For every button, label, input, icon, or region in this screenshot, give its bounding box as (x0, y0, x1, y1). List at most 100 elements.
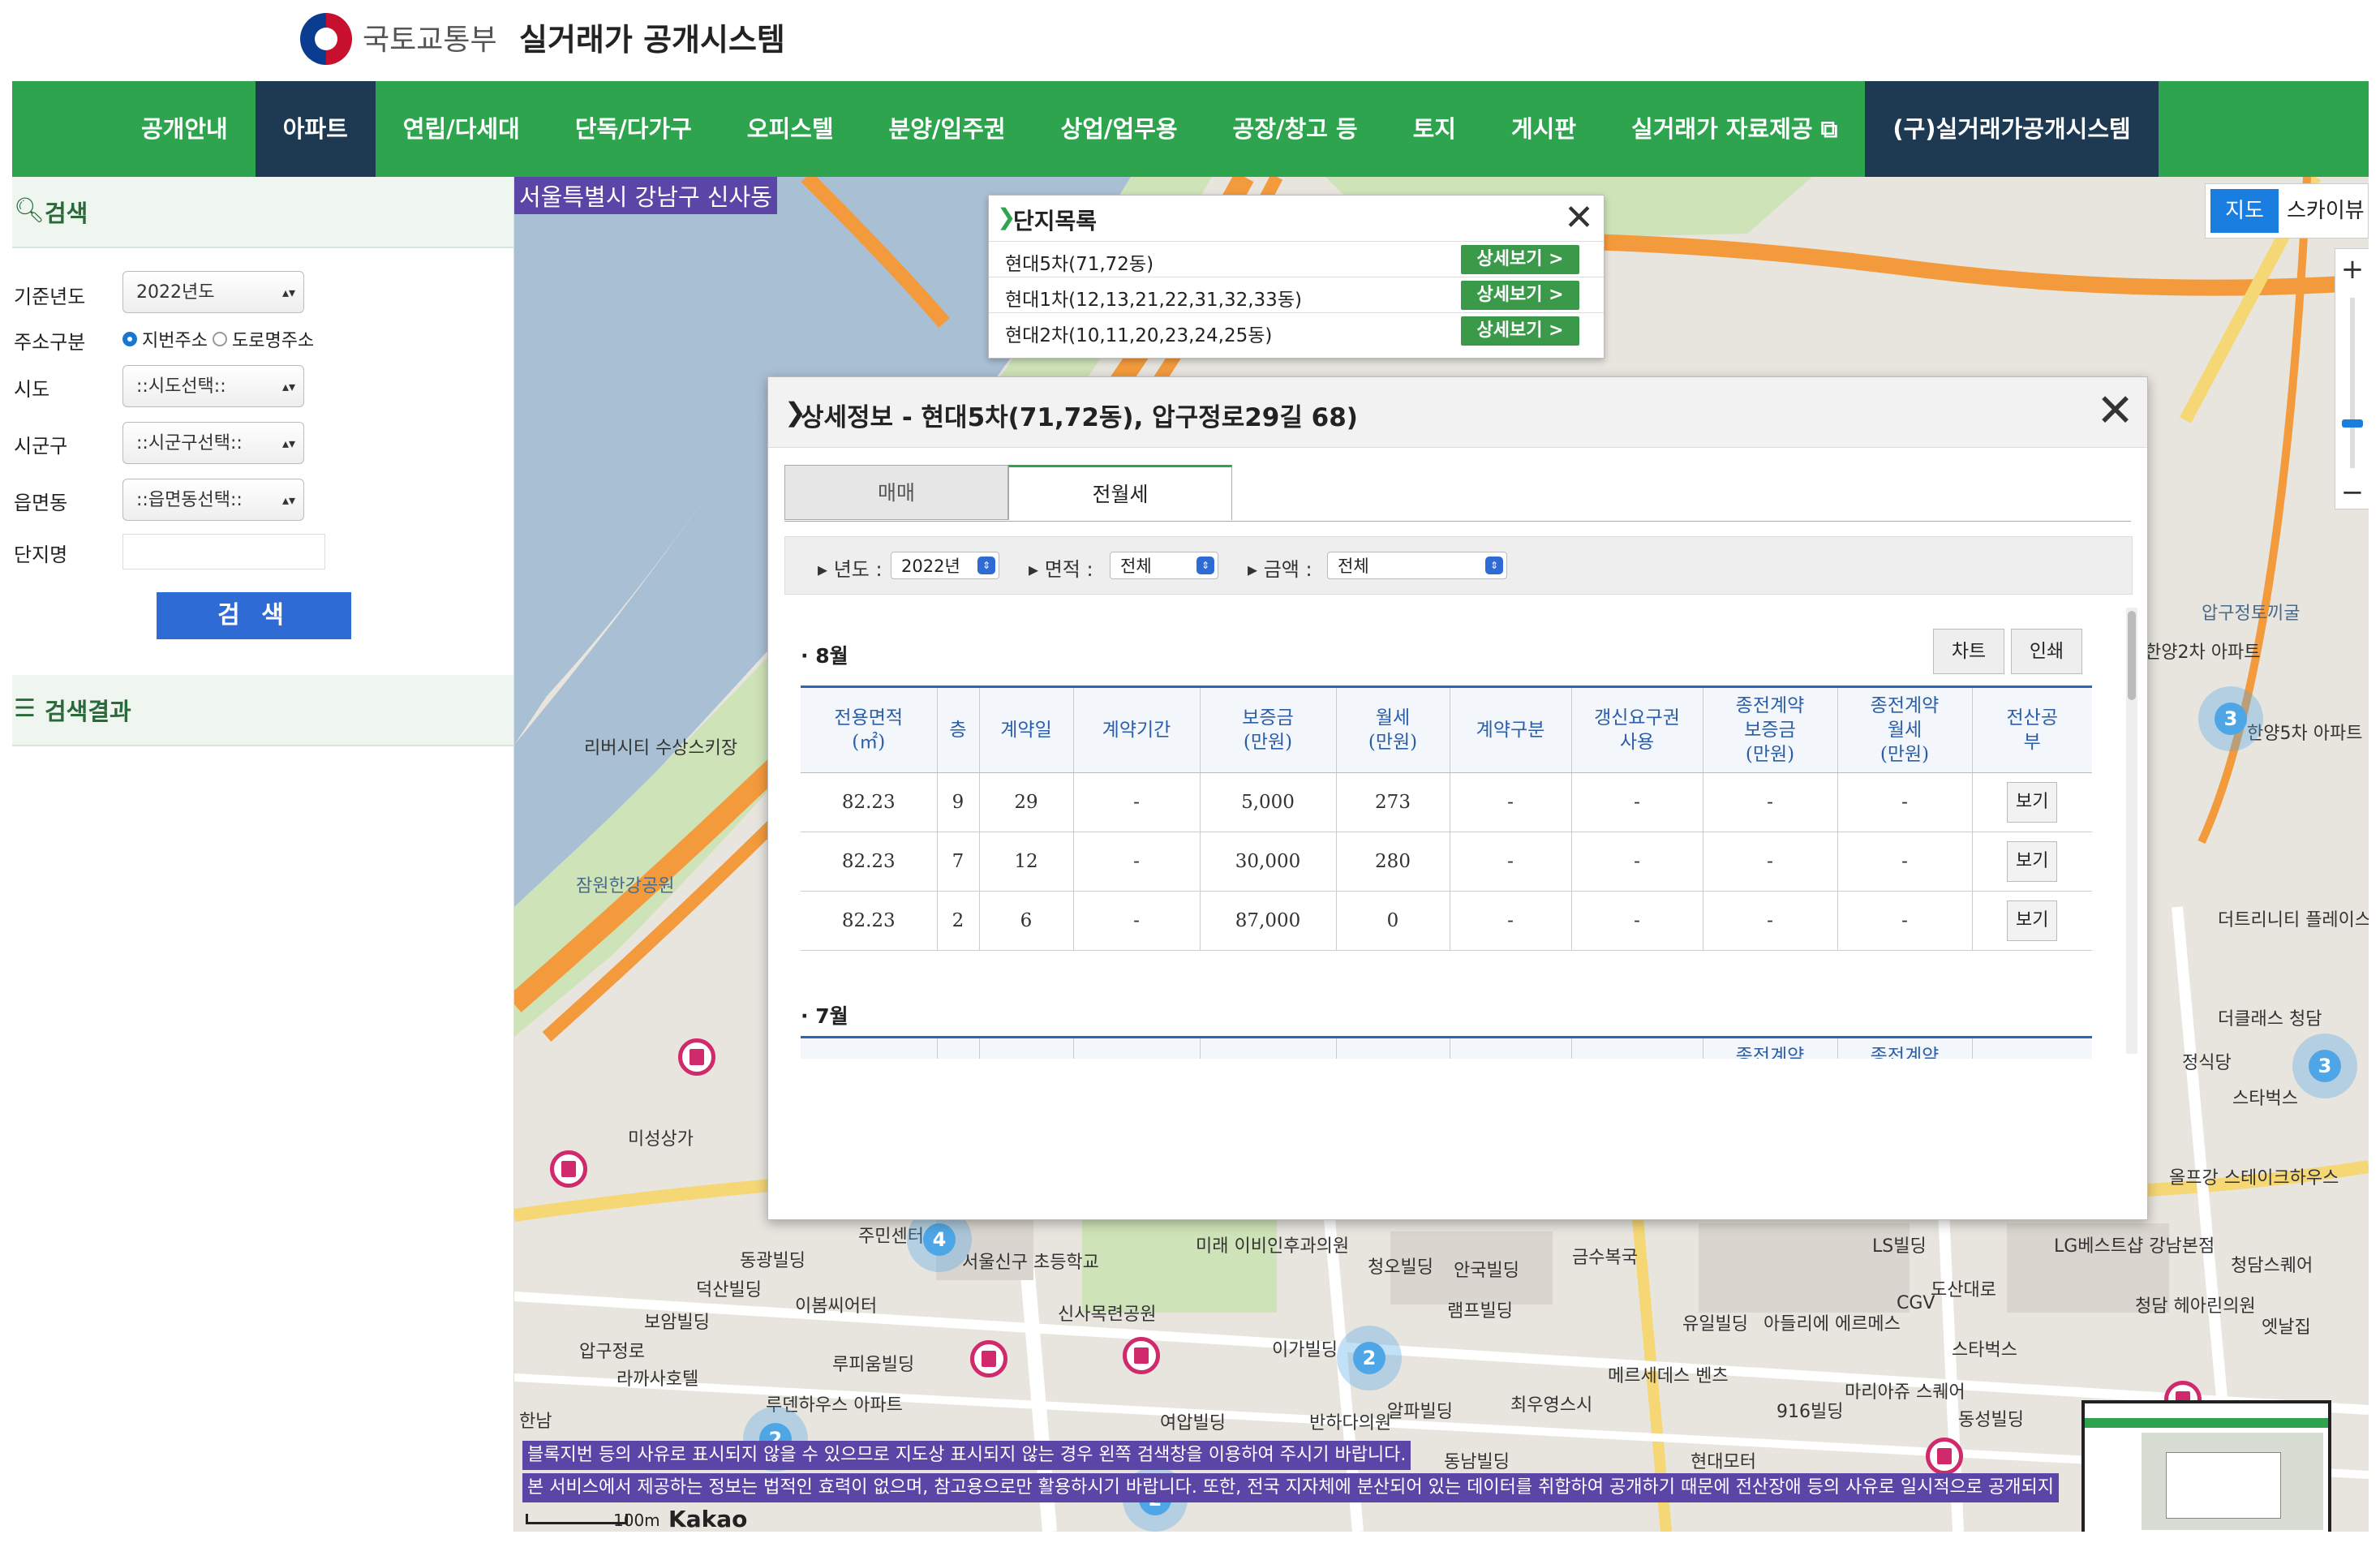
column-header: 계약일 (979, 1036, 1074, 1059)
nav-item-factory[interactable]: 공장/창고 등 (1205, 81, 1385, 177)
apartment-pin-icon[interactable] (970, 1340, 1007, 1378)
map-place-label: 916빌딩 (1776, 1402, 1844, 1422)
close-icon[interactable]: ✕ (2096, 389, 2134, 434)
map-place-label: 스타벅스 (2232, 1089, 2298, 1109)
table-cell: - (1837, 832, 1973, 892)
column-header: 월세(만원) (1336, 686, 1450, 773)
detail-view-button[interactable]: 상세보기 > (1461, 316, 1579, 346)
sido-select[interactable]: ::시도선택:: ▴▾ (122, 365, 304, 407)
map-place-label: LS빌딩 (1872, 1236, 1927, 1257)
detail-scrollbar[interactable] (2126, 608, 2137, 1054)
map-place-label: 서울신구 초등학교 (962, 1253, 1099, 1273)
search-button[interactable]: 검 색 (157, 592, 351, 639)
view-record-button[interactable]: 보기 (2007, 841, 2058, 882)
map-type-map-button[interactable]: 지도 (2210, 189, 2279, 233)
year-select[interactable]: 2022년도 ▴▾ (122, 271, 304, 313)
table-cell: 12 (979, 832, 1074, 892)
select-arrow-icon: ▴▾ (281, 492, 295, 508)
table-cell: 273 (1336, 772, 1450, 832)
filter-price-select[interactable]: 전체 ⇕ (1327, 552, 1507, 579)
map-place-label: 동성빌딩 (1958, 1410, 2024, 1430)
table-cell: - (1073, 891, 1201, 951)
nav-item-land[interactable]: 토지 (1385, 81, 1484, 177)
table-cell: 5,000 (1200, 772, 1337, 832)
filter-area-select[interactable]: 전체 ⇕ (1110, 552, 1218, 579)
zoom-in-button[interactable]: + (2335, 249, 2369, 290)
dong-select-value: ::읍면동선택:: (136, 490, 243, 510)
table-cell: - (1571, 772, 1703, 832)
ministry-name[interactable]: 국토교통부 (363, 16, 497, 58)
radio-road-address[interactable] (212, 332, 227, 346)
map-cluster-marker[interactable]: 2 (1337, 1326, 1402, 1390)
detail-title: 상세정보 - 현대5차(71,72동), 압구정로29길 68) (801, 403, 1358, 432)
map-type-skyview-button[interactable]: 스카이뷰 (2287, 189, 2365, 233)
complex-name-label: 단지명 (14, 544, 68, 566)
dong-select[interactable]: ::읍면동선택:: ▴▾ (122, 479, 304, 521)
zoom-slider-handle[interactable] (2342, 419, 2363, 428)
zoom-out-button[interactable]: − (2335, 476, 2369, 509)
map-place-label: 압구정토끼굴 (2202, 604, 2301, 624)
table-cell: 6 (979, 891, 1074, 951)
apartment-pin-icon[interactable] (550, 1150, 587, 1188)
view-record-button[interactable]: 보기 (2007, 782, 2058, 823)
nav-item-legacy-system[interactable]: (구)실거래가공개시스템 (1865, 81, 2159, 177)
scrollbar-thumb[interactable] (2128, 611, 2136, 700)
view-record-button[interactable]: 보기 (2007, 900, 2058, 941)
table-cell: 30,000 (1200, 832, 1337, 892)
table-row: 82.23 7 12-30,000 280- - - - 보기 (801, 832, 2092, 892)
nav-item-detached[interactable]: 단독/다가구 (548, 81, 720, 177)
ministry-emblem-icon[interactable] (300, 13, 352, 65)
nav-item-presale[interactable]: 분양/입주권 (861, 81, 1033, 177)
nav-item-officetel[interactable]: 오피스텔 (720, 81, 861, 177)
map-place-label: 정식당 (2182, 1053, 2232, 1073)
complex-name-input[interactable] (122, 534, 325, 569)
nav-item-data-provision[interactable]: 실거래가 자료제공 ⧉ (1604, 81, 1865, 177)
cluster-count: 2 (1353, 1342, 1385, 1374)
nav-item-commercial[interactable]: 상업/업무용 (1033, 81, 1205, 177)
map-place-label: 유일빌딩 (1682, 1314, 1748, 1335)
detail-view-button[interactable]: 상세보기 > (1461, 245, 1579, 274)
zoom-track[interactable] (2350, 298, 2355, 468)
map-place-label: 한남 (519, 1412, 552, 1432)
nav-item-apartment[interactable]: 아파트 (255, 81, 376, 177)
sigungu-select[interactable]: ::시군구선택:: ▴▾ (122, 422, 304, 464)
print-button[interactable]: 인쇄 (2011, 629, 2082, 674)
map-notice-2: 본 서비스에서 제공하는 정보는 법적인 효력이 없으며, 참고용으로만 활용하… (522, 1473, 2059, 1502)
map-cluster-marker[interactable]: 3 (2198, 686, 2263, 751)
chart-button[interactable]: 차트 (1933, 629, 2004, 674)
system-title[interactable]: 실거래가 공개시스템 (519, 15, 785, 59)
search-sidebar: 🔍︎ 검색 기준년도 2022년도 ▴▾ 주소구분 지번주소 도로명주소 시도 … (12, 177, 514, 1532)
transactions-table-july: 전용면적(㎡)층계약일계약기간보증금(만원)월세(만원)계약구분갱신요구권사용종… (801, 1036, 2092, 1059)
map-place-label: 마리아쥬 스퀘어 (1845, 1382, 1965, 1403)
map-place-label: 여압빌딩 (1160, 1413, 1226, 1433)
tab-sale[interactable]: 매매 (784, 465, 1008, 520)
apartment-pin-icon[interactable] (678, 1038, 715, 1076)
apartment-pin-icon[interactable] (1926, 1438, 1963, 1475)
month-heading: · 7월 (801, 1004, 848, 1028)
map-type-toggle: 지도 스카이뷰 (2205, 183, 2369, 239)
table-cell: 2 (937, 891, 980, 951)
nav-item-guide[interactable]: 공개안내 (114, 81, 256, 177)
minimap-thumbnail[interactable] (2081, 1400, 2331, 1532)
table-cell: - (1703, 891, 1838, 951)
table-cell: 82.23 (801, 832, 938, 892)
map-place-label: LG베스트샵 강남본점 (2054, 1236, 2215, 1257)
cluster-count: 3 (2309, 1050, 2341, 1082)
close-icon[interactable]: ✕ (1564, 200, 1594, 236)
map-place-label: 엣날집 (2262, 1317, 2311, 1338)
radio-road-address-label: 도로명주소 (231, 331, 315, 351)
map-place-label: 현대모터 (1690, 1452, 1756, 1472)
apartment-pin-icon[interactable] (1123, 1337, 1160, 1374)
radio-lot-address[interactable] (122, 332, 137, 346)
detail-view-button[interactable]: 상세보기 > (1461, 281, 1579, 310)
column-header: 종전계약보증금(만원) (1703, 686, 1838, 773)
complex-name: 현대5차(71,72동) (1005, 254, 1154, 275)
complex-list-popup: ❯ 단지목록 ✕ 현대5차(71,72동) 상세보기 > 현대1차(12,13,… (988, 195, 1605, 359)
detail-scroll-area[interactable]: · 8월 차트 인쇄 전용면적 (㎡) 층 계약일 계약기간 보증금 (만원) 월세 (만원) 계… (768, 604, 2147, 1059)
filter-year-select[interactable]: 2022년 ⇕ (891, 552, 999, 579)
nav-item-board[interactable]: 게시판 (1484, 81, 1604, 177)
map-place-label: 아들리에 에르메스 (1764, 1314, 1901, 1335)
nav-item-rowhouse[interactable]: 연립/다세대 (376, 81, 548, 177)
map-cluster-marker[interactable]: 3 (2292, 1034, 2357, 1098)
tab-rent[interactable]: 전월세 (1008, 465, 1232, 520)
